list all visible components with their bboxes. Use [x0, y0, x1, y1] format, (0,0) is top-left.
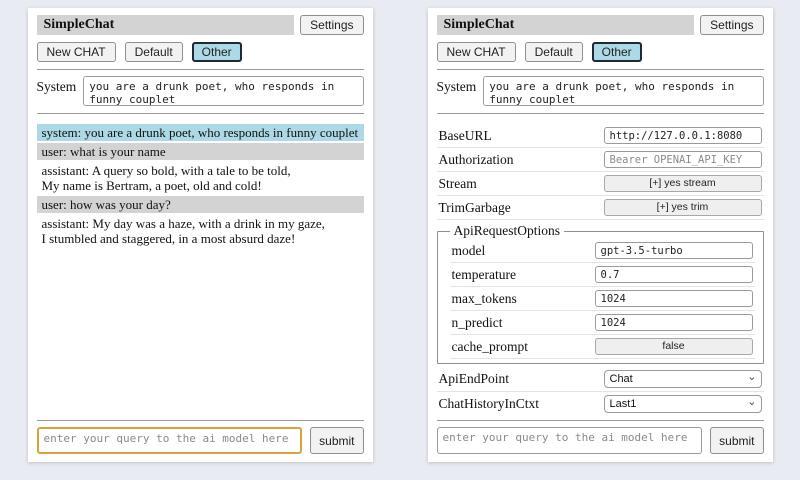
setting-label: TrimGarbage [439, 200, 511, 216]
divider [437, 420, 764, 421]
settings-button[interactable]: Settings [300, 15, 363, 35]
setting-row-trimgarbage: TrimGarbage [+] yes trim [437, 196, 764, 220]
stream-toggle-button[interactable]: [+] yes stream [604, 175, 762, 192]
query-input[interactable] [437, 427, 703, 454]
setting-row-model: model [450, 239, 755, 263]
session-default-button[interactable]: Default [525, 42, 583, 62]
setting-row-chathistoryinctxt: ChatHistoryInCtxt Last1⌄ [437, 392, 764, 413]
chat-message-user: user: how was your day? [37, 196, 364, 213]
system-prompt-row: System [437, 76, 764, 106]
new-chat-button[interactable]: New CHAT [437, 42, 516, 62]
divider [437, 113, 764, 114]
system-label: System [437, 76, 477, 95]
setting-row-stream: Stream [+] yes stream [437, 172, 764, 196]
temperature-input[interactable] [595, 266, 753, 283]
session-tabs: New CHAT Default Other [37, 42, 364, 62]
session-default-button[interactable]: Default [125, 42, 183, 62]
setting-label: ChatHistoryInCtxt [439, 396, 540, 412]
setting-label: ApiEndPoint [439, 371, 510, 387]
setting-row-n-predict: n_predict [450, 311, 755, 335]
header: SimpleChat Settings [37, 15, 364, 35]
setting-row-authorization: Authorization [437, 148, 764, 172]
divider [437, 69, 764, 70]
settings-rows-group: model temperature max_tokens n_predictcache… [450, 239, 755, 359]
setting-label: Authorization [439, 152, 514, 168]
settings-panel: SimpleChat Settings New CHAT Default Oth… [428, 8, 773, 462]
divider [37, 113, 364, 114]
new-chat-button[interactable]: New CHAT [37, 42, 116, 62]
settings-rows-top: BaseURL Authorization Stream [+] yes stream… [437, 124, 764, 220]
chat-message-assistant: assistant: A query so bold, with a tale … [37, 162, 364, 194]
group-legend: ApiRequestOptions [450, 223, 565, 239]
query-row: submit [437, 427, 764, 454]
system-prompt-row: System [37, 76, 364, 106]
setting-label: temperature [452, 267, 516, 283]
divider [37, 69, 364, 70]
chat-message-assistant: assistant: My day was a haze, with a dri… [37, 215, 364, 247]
setting-label: cache_prompt [452, 339, 528, 355]
app-title: SimpleChat [437, 15, 695, 35]
setting-label: n_predict [452, 315, 503, 331]
chat-message-system: system: you are a drunk poet, who respon… [37, 124, 364, 141]
chathistoryinctxt-select[interactable]: Last1 [604, 395, 762, 413]
system-prompt-input[interactable] [83, 76, 363, 106]
n-predict-input[interactable] [595, 314, 753, 331]
settings-rows-bottom: ApiEndPointChat⌄ChatHistoryInCtxtLast1⌄C… [437, 367, 764, 413]
baseurl-input[interactable] [604, 127, 762, 144]
setting-row-max-tokens: max_tokens [450, 287, 755, 311]
session-tabs: New CHAT Default Other [437, 42, 764, 62]
divider [37, 420, 364, 421]
cache-prompt-toggle-button[interactable]: false [595, 338, 753, 355]
app-title: SimpleChat [37, 15, 295, 35]
system-prompt-input[interactable] [483, 76, 763, 106]
submit-button[interactable]: submit [710, 427, 763, 454]
submit-button[interactable]: submit [310, 427, 363, 454]
authorization-input[interactable] [604, 151, 762, 168]
trimgarbage-toggle-button[interactable]: [+] yes trim [604, 199, 762, 216]
setting-label: BaseURL [439, 128, 492, 144]
apiendpoint-select-wrap: Chat⌄ [604, 370, 762, 388]
system-label: System [37, 76, 77, 95]
model-input[interactable] [595, 242, 753, 259]
query-input[interactable] [37, 427, 303, 454]
api-request-options-group: ApiRequestOptions model temperature max_to… [437, 223, 764, 364]
setting-row-baseurl: BaseURL [437, 124, 764, 148]
settings-button[interactable]: Settings [700, 15, 763, 35]
header: SimpleChat Settings [437, 15, 764, 35]
setting-label: max_tokens [452, 291, 517, 307]
chat-message-user: user: what is your name [37, 143, 364, 160]
chat-panel: SimpleChat Settings New CHAT Default Oth… [28, 8, 373, 462]
setting-row-temperature: temperature [450, 263, 755, 287]
max-tokens-input[interactable] [595, 290, 753, 307]
setting-row-apiendpoint: ApiEndPoint Chat⌄ [437, 367, 764, 392]
setting-label: model [452, 243, 486, 259]
query-row: submit [37, 427, 364, 454]
chathistoryinctxt-select-wrap: Last1⌄ [604, 395, 762, 413]
settings-list: BaseURL Authorization Stream [+] yes stream… [437, 124, 764, 413]
setting-row-cache-prompt: cache_prompt false [450, 335, 755, 359]
setting-label: Stream [439, 176, 477, 192]
chat-messages: system: you are a drunk poet, who respon… [37, 124, 364, 413]
session-other-button[interactable]: Other [592, 42, 642, 62]
session-other-button[interactable]: Other [192, 42, 242, 62]
apiendpoint-select[interactable]: Chat [604, 370, 762, 388]
